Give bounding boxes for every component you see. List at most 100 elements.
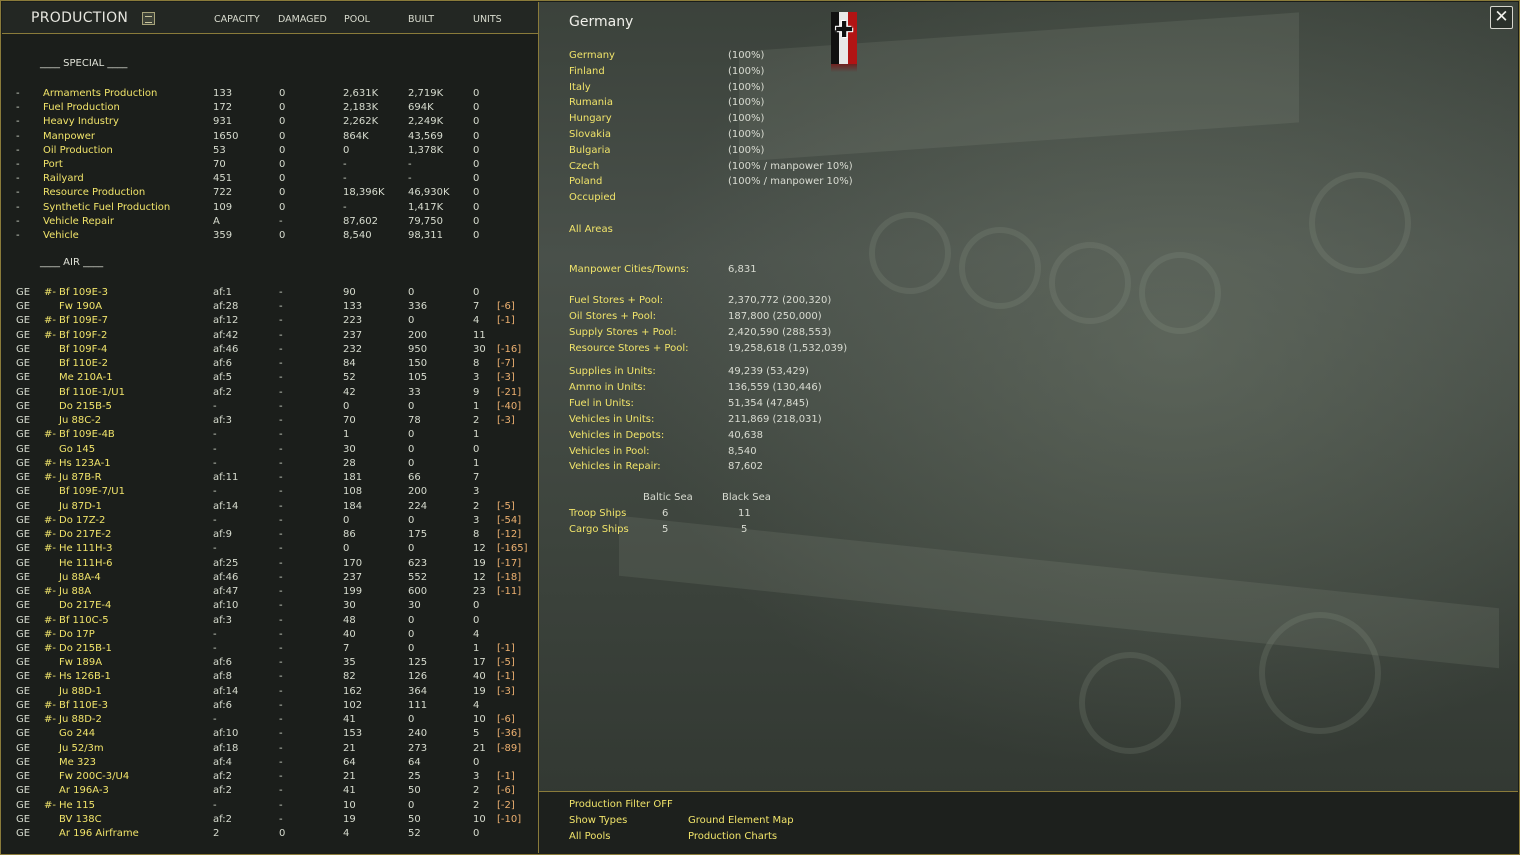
nation-name[interactable]: Rumania [569,97,613,108]
aircraft-name[interactable]: Fw 190A [59,301,102,312]
air-row[interactable]: GE Ju 87D-1 af:14 - 184 224 2 [-5] [2,501,538,515]
air-row[interactable]: GE Ju 88C-2 af:3 - 70 78 2 [-3] [2,415,538,429]
aircraft-name[interactable]: Bf 109E-7 [59,315,108,326]
special-row[interactable]: - Armaments Production 133 0 2,631K 2,719K 0 [2,88,538,102]
aircraft-name[interactable]: Fw 189A [59,657,102,668]
air-row[interactable]: GE #- Hs 123A-1 - - 28 0 1 [2,458,538,472]
filter-toggle-icon[interactable] [142,12,155,25]
air-row[interactable]: GE Bf 110E-2 af:6 - 84 150 8 [-7] [2,358,538,372]
aircraft-name[interactable]: Bf 110C-5 [59,615,109,626]
air-row[interactable]: GE #- Bf 109F-2 af:42 - 237 200 11 [2,330,538,344]
column-units[interactable]: UNITS [473,14,502,25]
air-row[interactable]: GE Bf 110E-1/U1 af:2 - 42 33 9 [-21] [2,387,538,401]
air-row[interactable]: GE #- Bf 109E-3 af:1 - 90 0 0 [2,287,538,301]
production-name[interactable]: Port [43,159,63,170]
aircraft-name[interactable]: Bf 109E-7/U1 [59,486,125,497]
air-row[interactable]: GE Bf 109F-4 af:46 - 232 950 30 [-16] [2,344,538,358]
aircraft-name[interactable]: Go 244 [59,728,95,739]
column-capacity[interactable]: CAPACITY [214,14,260,25]
aircraft-name[interactable]: Bf 110E-3 [59,700,108,711]
special-row[interactable]: - Railyard 451 0 - - 0 [2,173,538,187]
all-pools-link[interactable]: All Pools [569,831,610,842]
nation-name[interactable]: Germany [569,50,615,61]
production-name[interactable]: Resource Production [43,187,145,198]
air-row[interactable]: GE Fw 189A af:6 - 35 125 17 [-5] [2,657,538,671]
column-damaged[interactable]: DAMAGED [278,14,327,25]
air-row[interactable]: GE #- Ju 88D-2 - - 41 0 10 [-6] [2,714,538,728]
air-row[interactable]: GE #- Bf 109E-4B - - 1 0 1 [2,429,538,443]
air-row[interactable]: GE Bf 109E-7/U1 - - 108 200 3 [2,486,538,500]
air-row[interactable]: GE BV 138C af:2 - 19 50 10 [-10] [2,814,538,828]
aircraft-name[interactable]: Ar 196A-3 [59,785,109,796]
aircraft-name[interactable]: BV 138C [59,814,102,825]
air-row[interactable]: GE #- Do 17Z-2 - - 0 0 3 [-54] [2,515,538,529]
nation-name[interactable]: Finland [569,66,605,77]
production-name[interactable]: Armaments Production [43,88,157,99]
production-name[interactable]: Manpower [43,131,95,142]
air-row[interactable]: GE #- He 115 - - 10 0 2 [-2] [2,800,538,814]
aircraft-name[interactable]: Bf 109E-4B [59,429,115,440]
aircraft-name[interactable]: Do 217E-4 [59,600,111,611]
close-icon[interactable]: ✕ [1490,6,1513,29]
aircraft-name[interactable]: Hs 123A-1 [59,458,111,469]
production-name[interactable]: Vehicle [43,230,79,241]
air-row[interactable]: GE #- Bf 110C-5 af:3 - 48 0 0 [2,615,538,629]
aircraft-name[interactable]: Ju 88D-1 [59,686,102,697]
air-row[interactable]: GE #- Bf 109E-7 af:12 - 223 0 4 [-1] [2,315,538,329]
air-row[interactable]: GE Ju 88D-1 af:14 - 162 364 19 [-3] [2,686,538,700]
air-row[interactable]: GE He 111H-6 af:25 - 170 623 19 [-17] [2,558,538,572]
nation-name[interactable]: Occupied [569,192,616,203]
aircraft-name[interactable]: Ju 87D-1 [59,501,102,512]
aircraft-name[interactable]: Hs 126B-1 [59,671,111,682]
show-types-link[interactable]: Show Types [569,815,627,826]
aircraft-name[interactable]: Ju 87B-R [59,472,102,483]
aircraft-name[interactable]: Bf 109F-2 [59,330,107,341]
aircraft-name[interactable]: He 111H-3 [59,543,112,554]
aircraft-name[interactable]: Go 145 [59,444,95,455]
air-row[interactable]: GE Go 145 - - 30 0 0 [2,444,538,458]
production-name[interactable]: Vehicle Repair [43,216,114,227]
aircraft-name[interactable]: Ju 52/3m [59,743,104,754]
air-row[interactable]: GE #- Ju 87B-R af:11 - 181 66 7 [2,472,538,486]
ground-element-map-link[interactable]: Ground Element Map [688,815,794,826]
aircraft-name[interactable]: Bf 109F-4 [59,344,107,355]
aircraft-name[interactable]: Ju 88A-4 [59,572,101,583]
aircraft-name[interactable]: Fw 200C-3/U4 [59,771,129,782]
special-row[interactable]: - Heavy Industry 931 0 2,262K 2,249K 0 [2,116,538,130]
aircraft-name[interactable]: Bf 110E-1/U1 [59,387,125,398]
production-name[interactable]: Synthetic Fuel Production [43,202,170,213]
production-name[interactable]: Fuel Production [43,102,120,113]
production-name[interactable]: Railyard [43,173,84,184]
aircraft-name[interactable]: Do 215B-5 [59,401,112,412]
special-row[interactable]: - Fuel Production 172 0 2,183K 694K 0 [2,102,538,116]
air-row[interactable]: GE Ar 196 Airframe 2 0 4 52 0 [2,828,538,842]
production-charts-link[interactable]: Production Charts [688,831,777,842]
special-row[interactable]: - Oil Production 53 0 0 1,378K 0 [2,145,538,159]
air-row[interactable]: GE #- Do 217E-2 af:9 - 86 175 8 [-12] [2,529,538,543]
nation-name[interactable]: Poland [569,176,602,187]
production-name[interactable]: Oil Production [43,145,113,156]
air-row[interactable]: GE #- Do 17P - - 40 0 4 [2,629,538,643]
aircraft-name[interactable]: Bf 109E-3 [59,287,108,298]
all-areas-link[interactable]: All Areas [569,224,613,235]
nation-name[interactable]: Slovakia [569,129,611,140]
air-row[interactable]: GE Do 215B-5 - - 0 0 1 [-40] [2,401,538,415]
aircraft-name[interactable]: Ju 88A [59,586,91,597]
special-row[interactable]: - Synthetic Fuel Production 109 0 - 1,417K 0 [2,202,538,216]
column-pool[interactable]: POOL [344,14,370,25]
air-row[interactable]: GE Do 217E-4 af:10 - 30 30 0 [2,600,538,614]
aircraft-name[interactable]: Ju 88D-2 [59,714,102,725]
air-row[interactable]: GE Go 244 af:10 - 153 240 5 [-36] [2,728,538,742]
aircraft-name[interactable]: Do 17Z-2 [59,515,105,526]
nation-name[interactable]: Czech [569,161,599,172]
column-built[interactable]: BUILT [408,14,434,25]
aircraft-name[interactable]: Do 217E-2 [59,529,111,540]
air-row[interactable]: GE Fw 190A af:28 - 133 336 7 [-6] [2,301,538,315]
aircraft-name[interactable]: Ju 88C-2 [59,415,101,426]
production-filter-toggle[interactable]: Production Filter OFF [569,799,673,810]
aircraft-name[interactable]: Do 17P [59,629,95,640]
special-row[interactable]: - Vehicle Repair A - 87,602 79,750 0 [2,216,538,230]
production-name[interactable]: Heavy Industry [43,116,119,127]
aircraft-name[interactable]: He 115 [59,800,95,811]
nation-name[interactable]: Hungary [569,113,612,124]
